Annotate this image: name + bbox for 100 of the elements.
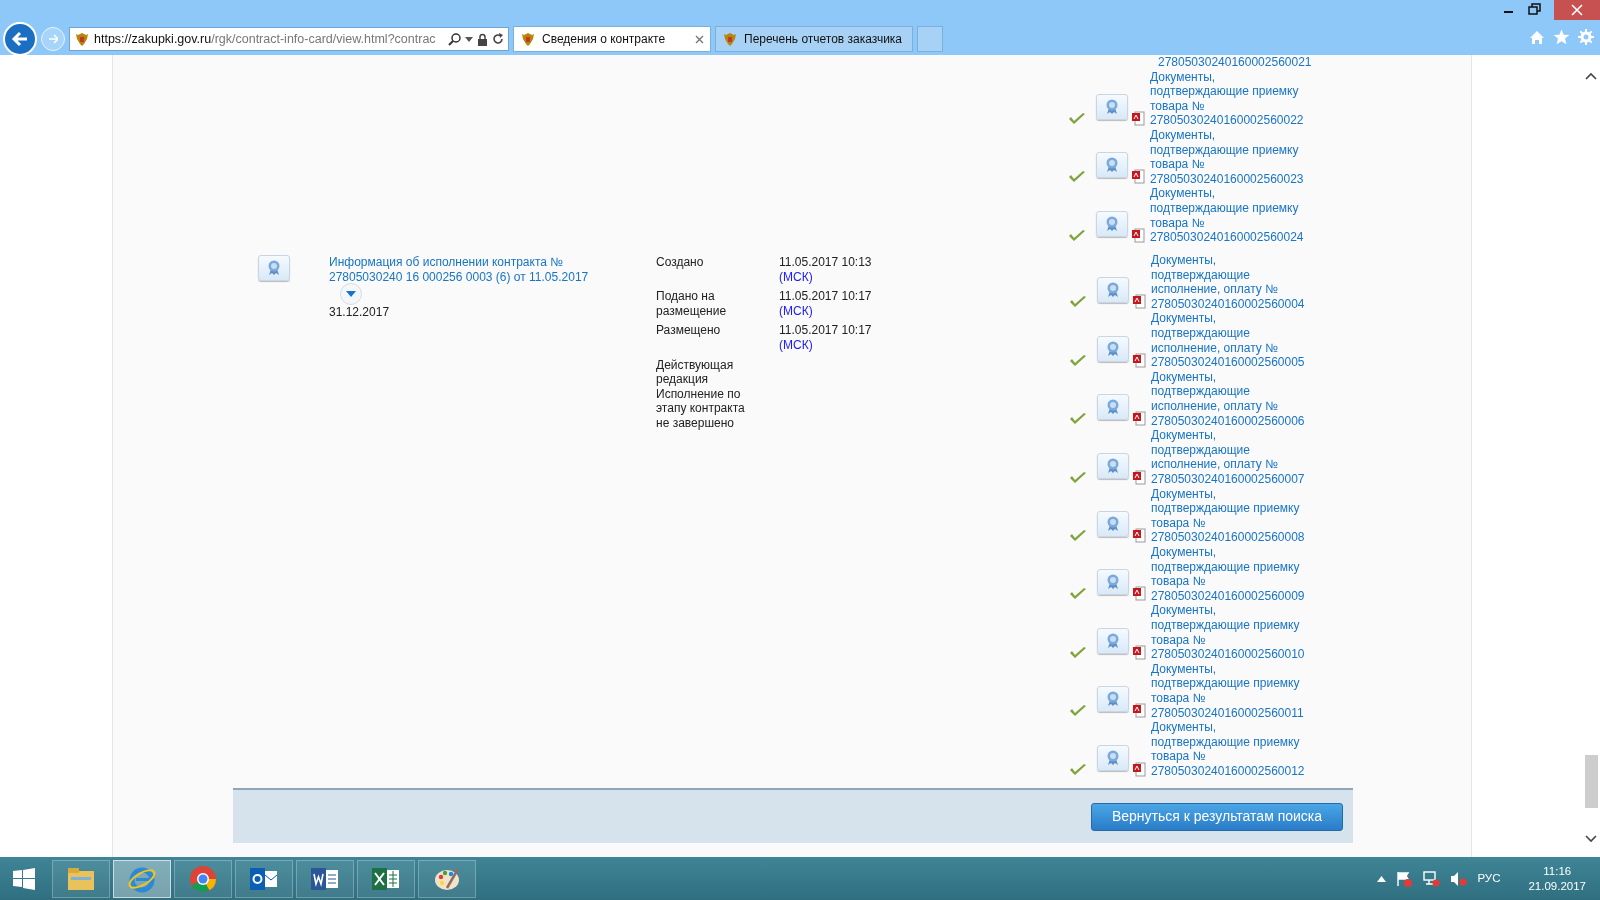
event-label: Размещено bbox=[656, 323, 722, 340]
certificate-button[interactable] bbox=[1097, 277, 1129, 304]
emblem-icon bbox=[74, 31, 90, 47]
back-button[interactable] bbox=[3, 22, 37, 56]
certificate-button[interactable] bbox=[1097, 686, 1129, 713]
pdf-file-icon[interactable] bbox=[1133, 644, 1146, 660]
certificate-button[interactable] bbox=[1096, 152, 1128, 179]
document-link[interactable]: Документы, подтверждающие исполнение, оплату № 27805030240160002560006 bbox=[1151, 369, 1311, 429]
star-icon[interactable] bbox=[1553, 29, 1570, 45]
taskbar-app-button[interactable] bbox=[174, 859, 232, 898]
event-time: 11.05.2017 10:13 bbox=[779, 255, 872, 270]
timezone-label: (МСК) bbox=[779, 269, 814, 285]
certificate-icon bbox=[1106, 515, 1120, 532]
language-indicator[interactable]: РУС bbox=[1477, 869, 1501, 888]
document-link[interactable]: Документы, подтверждающие приемку товара № 27805030240160002560023 bbox=[1150, 128, 1310, 187]
emblem-icon bbox=[722, 31, 738, 47]
document-link[interactable]: Документы, подтверждающие приемку товара № 27805030240160002560022 bbox=[1150, 69, 1310, 128]
folder-icon bbox=[67, 866, 95, 891]
certificate-icon bbox=[1106, 399, 1120, 416]
certificate-icon bbox=[1106, 749, 1120, 766]
clock-date[interactable]: 21.09.2017 bbox=[1528, 878, 1586, 894]
browser-logo-icon bbox=[189, 864, 217, 893]
certificate-icon bbox=[1106, 574, 1120, 591]
pdf-file-icon[interactable] bbox=[1133, 586, 1146, 602]
certificate-button[interactable] bbox=[1096, 210, 1128, 237]
windows-logo-icon bbox=[13, 867, 35, 890]
scroll-up-icon[interactable] bbox=[1585, 72, 1597, 80]
document-link[interactable]: Документы, подтверждающие исполнение, оплату № 27805030240160002560005 bbox=[1151, 311, 1311, 370]
show-hidden-icons-icon[interactable] bbox=[1377, 875, 1387, 882]
certificate-icon bbox=[1105, 157, 1119, 174]
pdf-file-icon[interactable] bbox=[1133, 352, 1146, 368]
back-to-results-button[interactable]: Вернуться к результатам поиска bbox=[1091, 802, 1343, 831]
speaker-icon[interactable] bbox=[1450, 870, 1468, 887]
taskbar-app-button[interactable] bbox=[418, 859, 476, 898]
taskbar-app-button[interactable] bbox=[113, 859, 171, 898]
certificate-button[interactable] bbox=[1097, 744, 1129, 771]
flag-icon[interactable] bbox=[1396, 870, 1414, 887]
certificate-button[interactable] bbox=[1097, 335, 1129, 362]
document-link[interactable]: Документы, подтверждающие приемку товара № 27805030240160002560010 bbox=[1151, 603, 1311, 662]
document-link[interactable]: Документы, подтверждающие приемку товара № 27805030240160002560008 bbox=[1151, 486, 1311, 545]
browser-tab[interactable]: Сведения о контракте bbox=[513, 26, 711, 52]
caret-icon[interactable] bbox=[465, 36, 473, 42]
taskbar-app-button[interactable] bbox=[235, 859, 293, 898]
pdf-file-icon[interactable] bbox=[1133, 527, 1146, 543]
close-icon[interactable] bbox=[1554, 0, 1600, 20]
pdf-file-icon[interactable] bbox=[1132, 111, 1145, 126]
taskbar-app-button[interactable] bbox=[357, 859, 415, 898]
lock-icon bbox=[477, 32, 488, 46]
end-date: 31.12.2017 bbox=[329, 305, 390, 320]
browser-tab[interactable]: Перечень отчетов заказчика bbox=[715, 26, 913, 52]
certificate-icon bbox=[1106, 457, 1120, 474]
network-icon[interactable] bbox=[1423, 870, 1441, 887]
certificate-icon bbox=[1105, 215, 1119, 232]
event-label: Подано на размещение bbox=[656, 289, 728, 319]
certificate-button[interactable] bbox=[1097, 394, 1129, 421]
certificate-icon bbox=[1106, 632, 1120, 649]
certificate-icon bbox=[267, 260, 281, 276]
pdf-file-icon[interactable] bbox=[1133, 294, 1146, 310]
event-time: 11.05.2017 10:17 bbox=[779, 323, 872, 338]
scrollbar-thumb[interactable] bbox=[1585, 755, 1598, 808]
address-text[interactable]: https://zakupki.gov.ru/rgk/contract-info-card/view.html?contrac bbox=[94, 29, 436, 49]
document-link[interactable]: Документы, подтверждающие приемку товара № 27805030240160002560024 bbox=[1150, 186, 1310, 245]
address-bar[interactable]: https://zakupki.gov.ru/rgk/contract-info-card/view.html?contrac bbox=[69, 27, 509, 51]
pdf-file-icon[interactable] bbox=[1132, 227, 1145, 243]
document-link[interactable]: 27805030240160002560021 bbox=[1158, 55, 1318, 70]
close-tab-icon[interactable] bbox=[695, 34, 704, 44]
scroll-down-icon[interactable] bbox=[1585, 835, 1597, 843]
search-icon[interactable] bbox=[448, 32, 461, 46]
pdf-file-icon[interactable] bbox=[1132, 169, 1145, 185]
emblem-icon bbox=[520, 31, 536, 47]
execution-info-link[interactable]: Информация об исполнении контракта № 27805030240 16 000256 0003 (6) от 11.05.2017 bbox=[329, 255, 594, 285]
certificate-icon bbox=[1106, 282, 1120, 299]
status-text: Исполнение по этапу контракта не завершено bbox=[656, 386, 746, 431]
document-link[interactable]: Документы, подтверждающие исполнение, оплату № 27805030240160002560007 bbox=[1151, 428, 1311, 487]
certificate-icon bbox=[1106, 340, 1120, 357]
pdf-file-icon[interactable] bbox=[1133, 469, 1146, 485]
pdf-file-icon[interactable] bbox=[1133, 761, 1146, 777]
status-text: Действующая редакция bbox=[656, 357, 735, 387]
certificate-button[interactable] bbox=[258, 255, 290, 281]
dropdown-toggle-icon[interactable] bbox=[340, 283, 362, 305]
event-label: Создано bbox=[656, 255, 705, 271]
pdf-file-icon[interactable] bbox=[1133, 411, 1146, 427]
taskbar-app-button[interactable] bbox=[296, 859, 354, 898]
document-link[interactable]: Документы, подтверждающие приемку товара № 27805030240160002560012 bbox=[1151, 720, 1311, 779]
mail-app-icon bbox=[250, 866, 278, 891]
document-app-icon bbox=[311, 866, 339, 891]
document-link[interactable]: Документы, подтверждающие приемку товара № 27805030240160002560011 bbox=[1151, 661, 1311, 721]
certificate-button[interactable] bbox=[1097, 452, 1129, 479]
certificate-button[interactable] bbox=[1097, 627, 1129, 654]
certificate-icon bbox=[1105, 99, 1119, 115]
certificate-button[interactable] bbox=[1097, 569, 1129, 596]
certificate-button[interactable] bbox=[1097, 510, 1129, 537]
clock-time[interactable]: 11:16 bbox=[1528, 863, 1586, 879]
certificate-button[interactable] bbox=[1096, 94, 1128, 120]
document-link[interactable]: Документы, подтверждающие исполнение, оплату № 27805030240160002560004 bbox=[1151, 253, 1311, 312]
pdf-file-icon[interactable] bbox=[1133, 703, 1146, 719]
timezone-label: (МСК) bbox=[779, 303, 814, 319]
event-time: 11.05.2017 10:17 bbox=[779, 289, 872, 304]
refresh-icon[interactable] bbox=[492, 33, 504, 45]
document-link[interactable]: Документы, подтверждающие приемку товара № 27805030240160002560009 bbox=[1151, 544, 1311, 604]
